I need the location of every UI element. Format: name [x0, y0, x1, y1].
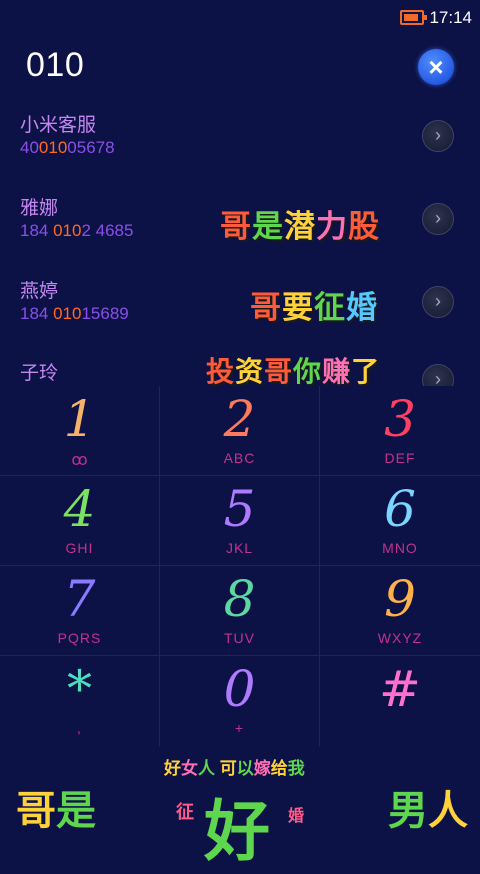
contact-name: 子玲 — [20, 363, 59, 384]
contact-number: 184 0102 4685 — [20, 221, 134, 240]
contact-row[interactable]: 燕婷 184 01015689 哥要征婚 › — [0, 262, 480, 342]
key-5[interactable]: 5 JKL — [160, 476, 320, 566]
contact-name: 小米客服 — [20, 115, 97, 136]
banner-left-text: 哥是 — [16, 789, 96, 833]
slogan-text: 哥是潜力股 — [220, 209, 380, 244]
key-letters: GHI — [65, 540, 94, 556]
contact-number: 4001005678 — [20, 138, 115, 157]
contact-row[interactable]: 小米客服 4001005678 › — [0, 96, 480, 176]
key-digit: 7 — [63, 570, 96, 628]
key-letters: , — [77, 720, 82, 736]
key-9[interactable]: 9 WXYZ — [320, 566, 480, 656]
chevron-right-icon[interactable]: › — [422, 364, 454, 386]
key-0[interactable]: 0 + — [160, 656, 320, 746]
banner-small-right: 婚 — [288, 808, 305, 825]
key-letters: DEF — [384, 450, 416, 466]
banner-right-text: 男人 — [388, 789, 468, 833]
key-digit: # — [379, 660, 421, 718]
key-digit: * — [67, 660, 92, 718]
banner-middle-text: 好 — [204, 794, 270, 868]
status-time: 17:14 — [429, 8, 472, 27]
key-digit: 4 — [63, 480, 96, 538]
key-8[interactable]: 8 TUV — [160, 566, 320, 656]
key-digit: 6 — [384, 480, 416, 538]
dial-input-row: 010 × — [0, 40, 480, 96]
key-letters: ABC — [223, 450, 256, 466]
key-digit: 8 — [223, 570, 256, 628]
key-digit: 3 — [384, 390, 416, 448]
status-bar: 17:14 — [0, 0, 480, 36]
key-letters: MNO — [382, 540, 418, 556]
slogan-text: 投资哥你赚了 — [206, 356, 381, 386]
key-4[interactable]: 4 GHI — [0, 476, 160, 566]
key-6[interactable]: 6 MNO — [320, 476, 480, 566]
contact-number: 184 01015689 — [20, 304, 129, 323]
key-digit: 2 — [223, 390, 256, 448]
key-digit: 5 — [223, 480, 256, 538]
chevron-right-icon[interactable]: › — [422, 120, 454, 152]
battery-icon — [400, 10, 427, 25]
contact-name: 燕婷 — [20, 281, 59, 302]
voicemail-icon: ꝏ — [71, 452, 88, 469]
clear-button[interactable]: × — [418, 49, 454, 85]
chevron-right-icon[interactable]: › — [422, 203, 454, 235]
dialed-number[interactable]: 010 — [26, 46, 84, 85]
contact-row[interactable]: 雅娜 184 0102 4685 哥是潜力股 › — [0, 179, 480, 259]
key-letters: JKL — [225, 540, 254, 556]
key-2[interactable]: 2 ABC — [160, 386, 320, 476]
key-digit: 0 — [223, 660, 256, 718]
key-hash[interactable]: # — [320, 656, 480, 746]
key-letters: WXYZ — [377, 630, 423, 646]
theme-banner: 哥是 好女人 可以嫁给我 征 好 婚 男人 — [0, 746, 480, 868]
key-1[interactable]: 1 ꝏ — [0, 386, 160, 476]
contact-results: 小米客服 4001005678 › 雅娜 184 0102 4685 哥是潜力股… — [0, 96, 480, 386]
key-letters: PQRS — [57, 630, 102, 646]
close-icon: × — [428, 52, 444, 82]
contact-row[interactable]: 子玲 投资哥你赚了 › — [0, 346, 480, 386]
key-7[interactable]: 7 PQRS — [0, 566, 160, 656]
dial-keypad: 1 ꝏ 2 ABC 3 DEF 4 GHI 5 JKL 6 MNO 7 PQRS… — [0, 386, 480, 746]
key-digit: 1 — [63, 390, 96, 448]
key-star[interactable]: * , — [0, 656, 160, 746]
chevron-right-icon[interactable]: › — [422, 286, 454, 318]
slogan-text: 哥要征婚 — [250, 290, 378, 325]
banner-top-text: 好女人 可以嫁给我 — [164, 759, 305, 778]
key-digit: 9 — [384, 570, 416, 628]
key-letters: + — [234, 720, 245, 736]
banner-small-left: 征 — [176, 802, 194, 822]
key-3[interactable]: 3 DEF — [320, 386, 480, 476]
contact-name: 雅娜 — [20, 198, 59, 219]
key-letters: TUV — [224, 630, 255, 646]
